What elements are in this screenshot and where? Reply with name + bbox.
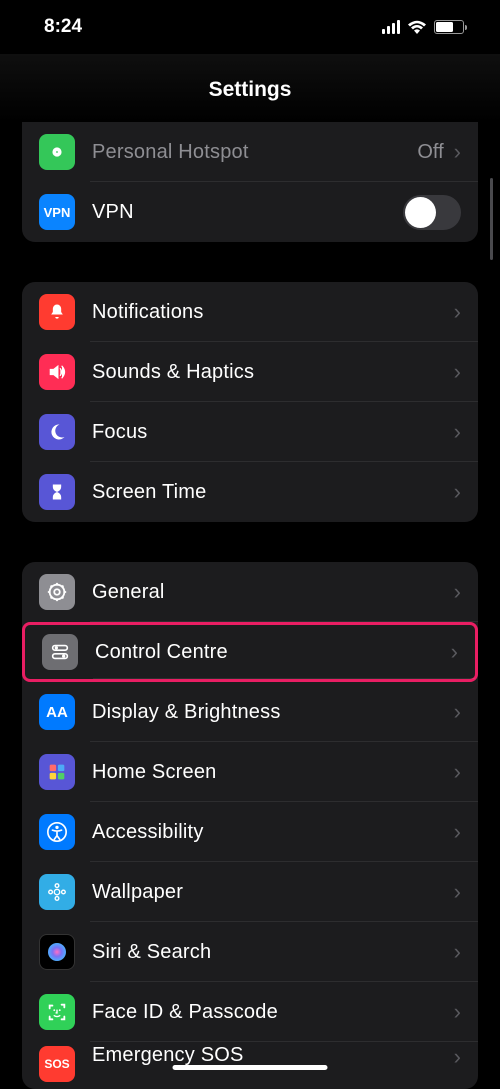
row-personal-hotspot[interactable]: Personal Hotspot Off › (22, 122, 478, 182)
wifi-icon (407, 20, 427, 35)
row-focus[interactable]: Focus › (22, 402, 478, 462)
settings-group-network: Personal Hotspot Off › VPN VPN (22, 122, 478, 242)
cellular-icon (382, 20, 400, 34)
row-vpn[interactable]: VPN VPN (22, 182, 478, 242)
home-indicator[interactable] (173, 1065, 328, 1070)
chevron-icon: › (454, 299, 461, 325)
row-label: Display & Brightness (92, 701, 454, 724)
chevron-icon: › (454, 939, 461, 965)
vpn-icon: VPN (39, 194, 75, 230)
row-label: Home Screen (92, 761, 454, 784)
chevron-icon: › (451, 639, 458, 665)
sos-icon: SOS (39, 1046, 75, 1082)
row-label: Personal Hotspot (92, 141, 417, 164)
row-notifications[interactable]: Notifications › (22, 282, 478, 342)
row-label: Control Centre (95, 641, 451, 664)
row-label: Notifications (92, 301, 454, 324)
chevron-icon: › (454, 879, 461, 905)
chevron-icon: › (454, 819, 461, 845)
row-faceid[interactable]: Face ID & Passcode › (22, 982, 478, 1042)
homescreen-icon (39, 754, 75, 790)
row-label: Siri & Search (92, 941, 454, 964)
status-bar: 8:24 (0, 0, 500, 54)
row-detail: Off (417, 141, 443, 164)
control-centre-icon (42, 634, 78, 670)
row-label: Focus (92, 421, 454, 444)
chevron-icon: › (454, 579, 461, 605)
wallpaper-icon (39, 874, 75, 910)
row-control-centre[interactable]: Control Centre › (22, 622, 478, 682)
chevron-icon: › (454, 479, 461, 505)
general-icon (39, 574, 75, 610)
chevron-icon: › (454, 999, 461, 1025)
status-icons (382, 20, 464, 35)
row-accessibility[interactable]: Accessibility › (22, 802, 478, 862)
page-title: Settings (0, 54, 500, 122)
row-sounds[interactable]: Sounds & Haptics › (22, 342, 478, 402)
row-siri[interactable]: Siri & Search › (22, 922, 478, 982)
focus-icon (39, 414, 75, 450)
chevron-icon: › (454, 419, 461, 445)
row-label: Wallpaper (92, 881, 454, 904)
row-label: General (92, 581, 454, 604)
row-label: Emergency SOS (92, 1044, 454, 1067)
scrollbar[interactable] (490, 178, 493, 260)
hotspot-icon (39, 134, 75, 170)
row-general[interactable]: General › (22, 562, 478, 622)
accessibility-icon (39, 814, 75, 850)
display-icon: AA (39, 694, 75, 730)
vpn-toggle[interactable] (403, 195, 461, 230)
battery-icon (434, 20, 464, 34)
row-label: Face ID & Passcode (92, 1001, 454, 1024)
row-screentime[interactable]: Screen Time › (22, 462, 478, 522)
screentime-icon (39, 474, 75, 510)
siri-icon (39, 934, 75, 970)
chevron-icon: › (454, 759, 461, 785)
chevron-icon: › (454, 359, 461, 385)
row-label: Sounds & Haptics (92, 361, 454, 384)
chevron-icon: › (454, 139, 461, 165)
notifications-icon (39, 294, 75, 330)
chevron-icon: › (454, 699, 461, 725)
row-wallpaper[interactable]: Wallpaper › (22, 862, 478, 922)
settings-group-notifications: Notifications › Sounds & Haptics › Focus… (22, 282, 478, 522)
row-label: VPN (92, 201, 403, 224)
row-label: Screen Time (92, 481, 454, 504)
settings-group-general: General › Control Centre › AA Display & … (22, 562, 478, 1089)
status-time: 8:24 (44, 16, 82, 38)
faceid-icon (39, 994, 75, 1030)
row-homescreen[interactable]: Home Screen › (22, 742, 478, 802)
sounds-icon (39, 354, 75, 390)
row-display[interactable]: AA Display & Brightness › (22, 682, 478, 742)
chevron-icon: › (454, 1044, 461, 1070)
row-label: Accessibility (92, 821, 454, 844)
